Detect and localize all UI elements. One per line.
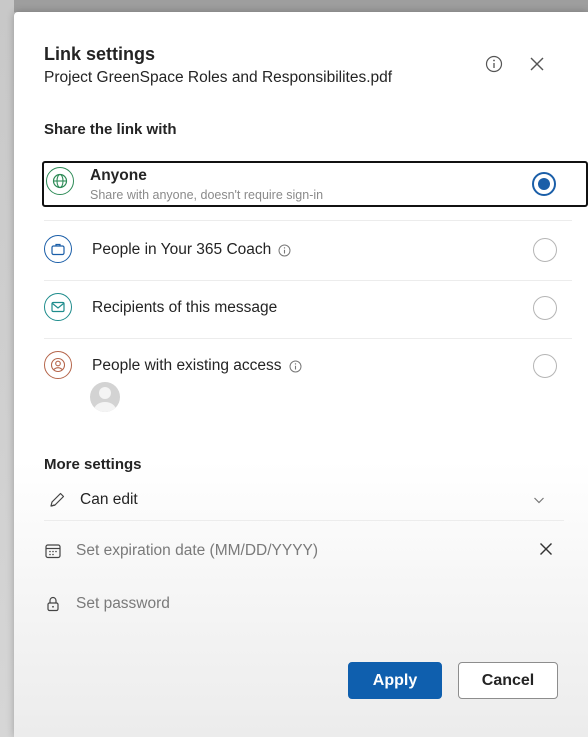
calendar-icon <box>44 542 62 560</box>
avatar <box>90 382 120 412</box>
permission-dropdown[interactable]: Can edit <box>44 491 544 509</box>
link-settings-dialog: Link settings Project GreenSpace Roles a… <box>14 12 588 737</box>
radio-existing-access[interactable] <box>533 354 557 378</box>
share-option-label: Recipients of this message <box>92 299 278 316</box>
divider <box>44 520 564 521</box>
file-name: Project GreenSpace Roles and Responsibil… <box>44 69 393 86</box>
share-option-label: Anyone <box>90 167 147 184</box>
close-icon[interactable] <box>526 53 548 75</box>
share-option-organization[interactable]: People in Your 365 Coach <box>44 235 586 265</box>
share-option-existing-access[interactable]: People with existing access <box>44 351 586 381</box>
expiration-date-input[interactable]: Set expiration date (MM/DD/YYYY) <box>76 542 318 560</box>
more-settings-label: More settings <box>44 456 142 473</box>
background-strip <box>0 0 14 737</box>
envelope-icon <box>44 293 72 321</box>
globe-icon <box>46 167 74 195</box>
expiration-date-field[interactable]: Set expiration date (MM/DD/YYYY) <box>44 542 564 560</box>
chevron-down-icon[interactable] <box>532 493 546 507</box>
divider <box>44 280 572 281</box>
dialog-title: Link settings <box>44 44 156 64</box>
share-section-label: Share the link with <box>44 121 177 138</box>
share-option-anyone[interactable]: Anyone Share with anyone, doesn't requir… <box>42 161 588 207</box>
person-icon <box>44 351 72 379</box>
permission-value: Can edit <box>80 491 138 508</box>
briefcase-icon <box>44 235 72 263</box>
lock-icon <box>44 595 62 613</box>
radio-organization[interactable] <box>533 238 557 262</box>
clear-icon[interactable] <box>539 542 553 556</box>
info-icon[interactable] <box>483 53 505 75</box>
cancel-button[interactable]: Cancel <box>458 662 558 699</box>
info-icon[interactable] <box>289 360 302 373</box>
divider <box>44 338 572 339</box>
pencil-icon <box>48 491 66 509</box>
divider <box>44 220 572 221</box>
share-option-description: Share with anyone, doesn't require sign-… <box>90 188 324 202</box>
password-input[interactable]: Set password <box>76 595 170 613</box>
background-bar <box>0 0 588 12</box>
info-icon[interactable] <box>278 244 291 257</box>
password-field[interactable]: Set password <box>44 595 170 613</box>
radio-recipients[interactable] <box>533 296 557 320</box>
radio-anyone[interactable] <box>532 172 556 196</box>
apply-button[interactable]: Apply <box>348 662 442 699</box>
share-option-label: People with existing access <box>92 357 282 374</box>
share-option-recipients[interactable]: Recipients of this message <box>44 293 586 323</box>
share-option-label: People in Your 365 Coach <box>92 241 272 258</box>
